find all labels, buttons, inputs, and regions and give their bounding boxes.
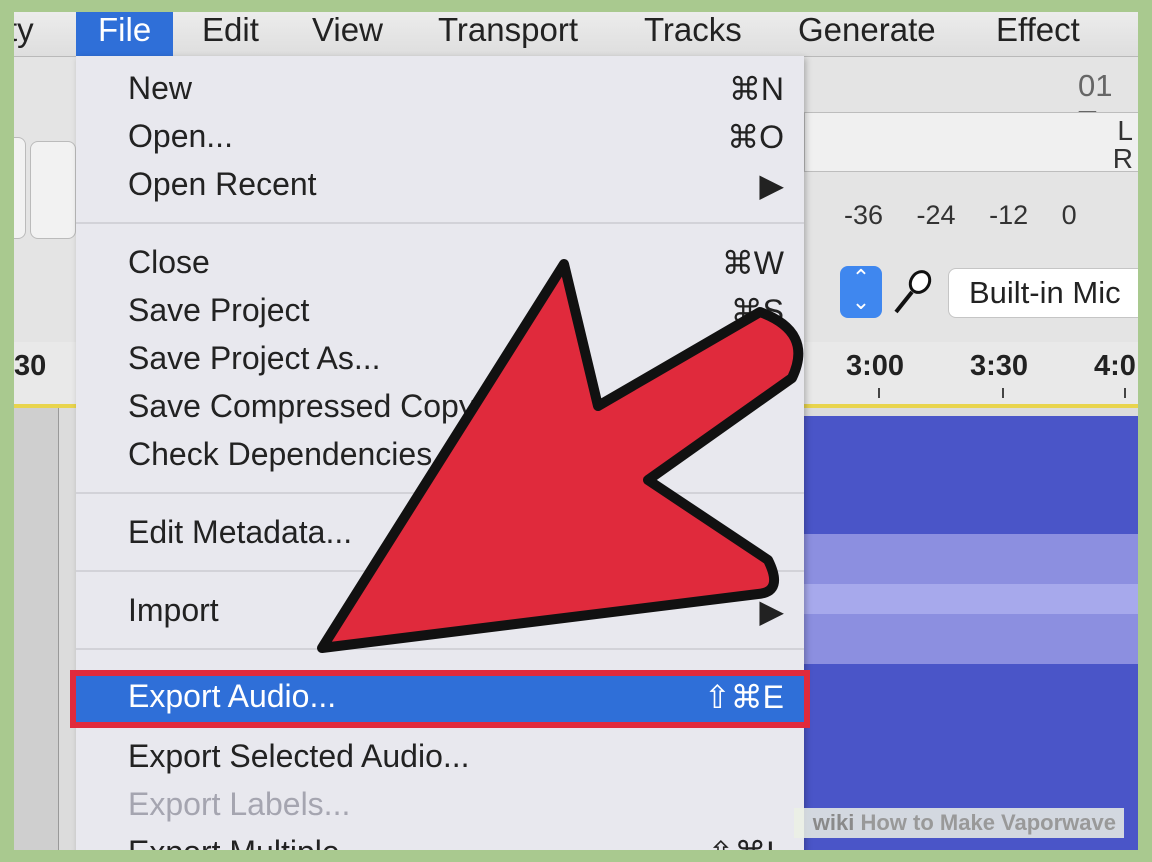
menu-item-label: Import: [128, 592, 219, 628]
toolbar-button[interactable]: [30, 141, 76, 239]
menu-item-save-project[interactable]: Save Project ⌘S: [76, 290, 804, 336]
meter-scale-label: 0: [1061, 200, 1077, 230]
menu-transport[interactable]: Transport: [438, 12, 578, 56]
menu-effect[interactable]: Effect: [996, 12, 1080, 56]
file-menu: New ⌘N Open... ⌘O Open Recent ▶ Close ⌘W…: [70, 56, 810, 850]
menu-item-label: Close: [128, 244, 210, 280]
channel-stepper[interactable]: ⌃ ⌄: [840, 266, 882, 318]
timeline-label: 3:00: [846, 350, 905, 382]
menu-separator: [76, 648, 804, 650]
menu-separator: [76, 492, 804, 494]
menu-item-label: Save Compressed Copy: [128, 388, 475, 424]
timeline-label: 4:0: [1094, 350, 1136, 382]
chevron-down-icon: ⌄: [851, 289, 871, 314]
menu-item-shortcut: ⌘N: [728, 71, 784, 107]
menu-item-shortcut: ⇧⌘L: [707, 834, 784, 850]
menu-bar: ty File Edit View Transport Tracks Gener…: [14, 12, 1138, 57]
menu-separator: [76, 222, 804, 224]
menu-item-label: Export Audio...: [128, 678, 337, 714]
meter-scale-label: -12: [989, 200, 1029, 230]
meter-right-label: R: [1112, 143, 1133, 174]
chevron-up-icon: ⌃: [851, 265, 871, 290]
menu-item-label: Export Multiple...: [128, 834, 366, 850]
track-control-panel[interactable]: [14, 408, 59, 850]
menu-item-check-dependencies[interactable]: Check Dependencies: [76, 434, 804, 480]
waveform-center: [804, 584, 1138, 614]
menu-item-open-recent[interactable]: Open Recent ▶: [76, 164, 804, 210]
menu-item-label: Check Dependencies: [128, 436, 433, 472]
menu-item-new[interactable]: New ⌘N: [76, 68, 804, 114]
menu-generate[interactable]: Generate: [798, 12, 936, 56]
input-device-select[interactable]: Built-in Mic: [948, 268, 1138, 318]
meter-scale: -36 -24 -12 0: [844, 200, 1103, 231]
menu-item-export-audio[interactable]: Export Audio... ⇧⌘E: [70, 670, 810, 728]
menu-item-shortcut: ⌘S: [730, 293, 784, 329]
submenu-arrow-icon: ▶: [759, 167, 784, 203]
menu-item-import[interactable]: Import ▶: [76, 590, 804, 636]
menu-item-label: Export Selected Audio...: [128, 738, 470, 774]
menu-item-label: Open...: [128, 118, 233, 154]
menu-item-shortcut: ⇧⌘E: [703, 679, 784, 715]
menu-item-save-compressed-copy[interactable]: Save Compressed Copy: [76, 386, 804, 432]
meter-scale-label: -24: [916, 200, 956, 230]
menu-separator: [76, 570, 804, 572]
audio-waveform[interactable]: [804, 416, 1138, 850]
level-meter[interactable]: L R: [804, 112, 1138, 174]
menu-item-open[interactable]: Open... ⌘O: [76, 116, 804, 162]
menu-app[interactable]: ty: [14, 12, 34, 56]
menu-item-shortcut: ⌘W: [721, 245, 784, 281]
menu-edit[interactable]: Edit: [202, 12, 259, 56]
menu-item-label: New: [128, 70, 193, 106]
menu-item-shortcut: ⌘O: [727, 119, 784, 155]
watermark-text: How to Make Vaporwave: [860, 810, 1116, 835]
meter-scale-label: -36: [844, 200, 884, 230]
menu-item-edit-metadata[interactable]: Edit Metadata...: [76, 512, 804, 558]
watermark-brand: wiki: [812, 810, 855, 835]
menu-item-label: Save Project As...: [128, 340, 381, 376]
menu-item-export-labels: Export Labels...: [76, 784, 804, 830]
watermark: wiki How to Make Vaporwave: [794, 808, 1124, 838]
timeline-tick: [1124, 388, 1126, 398]
menu-file[interactable]: File: [76, 12, 174, 56]
menu-item-save-project-as[interactable]: Save Project As...: [76, 338, 804, 384]
menu-view[interactable]: View: [312, 12, 383, 56]
submenu-arrow-icon: ▶: [759, 593, 784, 629]
timeline-label: 3:30: [970, 350, 1029, 382]
timeline-tick: [878, 388, 880, 398]
menu-item-close[interactable]: Close ⌘W: [76, 242, 804, 288]
screenshot-frame: 01 T L R -36 -24 -12 0 ⌃ ⌄ Built-in Mic …: [14, 12, 1138, 850]
menu-tracks[interactable]: Tracks: [644, 12, 742, 56]
timeline-label: 30: [14, 350, 47, 382]
timeline-tick: [1002, 388, 1004, 398]
menu-item-label: Save Project: [128, 292, 310, 328]
toolbar-button[interactable]: [14, 137, 26, 239]
menu-item-label: Export Labels...: [128, 786, 351, 822]
menu-item-export-multiple[interactable]: Export Multiple... ⇧⌘L: [76, 832, 804, 850]
menu-item-label: Edit Metadata...: [128, 514, 353, 550]
menu-item-export-selected-audio[interactable]: Export Selected Audio...: [76, 736, 804, 782]
menu-item-label: Open Recent: [128, 166, 317, 202]
microphone-icon: [894, 270, 932, 314]
